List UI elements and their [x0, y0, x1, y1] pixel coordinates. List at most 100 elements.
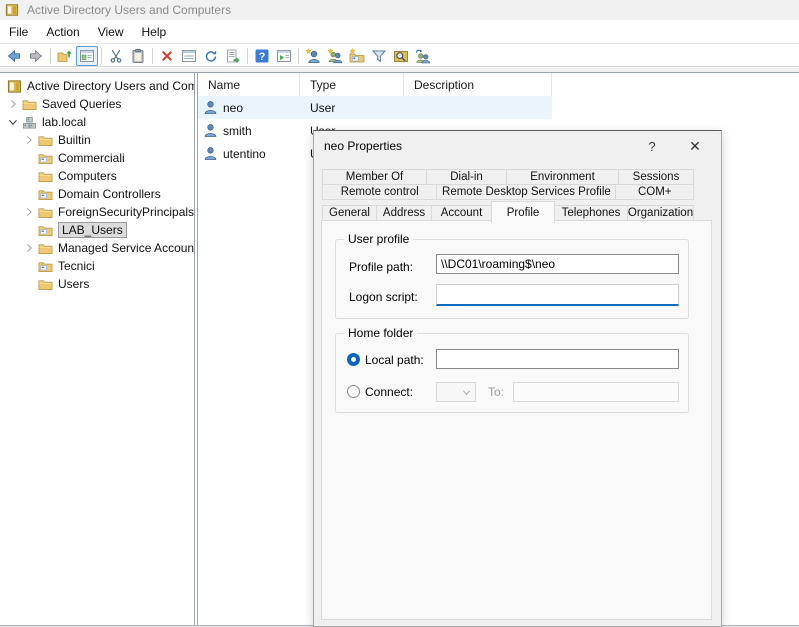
expander-spacer — [21, 222, 37, 238]
filter-icon — [371, 48, 387, 64]
tree-item-label: Tecnici — [58, 259, 95, 273]
create-new-group-button[interactable] — [324, 46, 346, 66]
tree-item-saved-queries[interactable]: Saved Queries — [0, 95, 194, 113]
tree-item-tecnici[interactable]: Tecnici — [0, 257, 194, 275]
filter-button[interactable] — [368, 46, 390, 66]
delete-button[interactable] — [156, 46, 178, 66]
connect-radio[interactable] — [347, 385, 360, 398]
list-header: Name Type Description — [198, 73, 799, 96]
tree-item-builtin[interactable]: Builtin — [0, 131, 194, 149]
menu-view[interactable]: View — [89, 20, 133, 43]
column-header-description[interactable]: Description — [404, 73, 552, 96]
new-window-from-here-button[interactable] — [273, 46, 295, 66]
tab-com-plus[interactable]: COM+ — [615, 184, 694, 200]
menu-file[interactable]: File — [0, 20, 37, 43]
chevron-right-icon[interactable] — [21, 132, 37, 148]
tab-account[interactable]: Account — [431, 205, 492, 221]
chevron-down-icon[interactable] — [5, 114, 21, 130]
logon-script-input[interactable] — [436, 284, 679, 306]
properties-button[interactable] — [178, 46, 200, 66]
window-title: Active Directory Users and Computers — [27, 3, 231, 17]
connect-label[interactable]: Connect: — [365, 385, 413, 399]
profile-path-label: Profile path: — [349, 260, 413, 274]
export-list-button[interactable] — [222, 46, 244, 66]
toolbar-separator — [101, 48, 102, 64]
column-header-name[interactable]: Name — [198, 73, 300, 96]
list-row-neo[interactable]: neo User — [198, 96, 552, 119]
paste-button[interactable] — [127, 46, 149, 66]
tree-item-foreign-security-principals[interactable]: ForeignSecurityPrincipals — [0, 203, 194, 221]
dialog-titlebar[interactable]: neo Properties ? ✕ — [314, 131, 721, 161]
find-button[interactable] — [390, 46, 412, 66]
refresh-icon — [203, 48, 219, 64]
profile-tab-panel: User profile Profile path: Logon script:… — [321, 220, 712, 620]
chevron-right-icon[interactable] — [21, 240, 37, 256]
tree-item-root[interactable]: Active Directory Users and Com — [0, 77, 194, 95]
local-path-input[interactable] — [436, 349, 679, 369]
forward-button[interactable] — [25, 46, 47, 66]
tab-general[interactable]: General — [322, 205, 377, 221]
tab-sessions[interactable]: Sessions — [618, 169, 694, 185]
user-icon — [203, 100, 218, 115]
chevron-right-icon[interactable] — [21, 204, 37, 220]
folder-icon — [37, 204, 53, 220]
up-one-level-button[interactable] — [54, 46, 76, 66]
chevron-down-icon — [462, 388, 471, 397]
new-ou-icon — [349, 48, 365, 64]
titlebar: Active Directory Users and Computers — [0, 0, 799, 20]
tab-remote-control[interactable]: Remote control — [322, 184, 437, 200]
tab-strip: Member Of Dial-in Environment Sessions R… — [322, 169, 694, 221]
tree-item-commerciali[interactable]: Commerciali — [0, 149, 194, 167]
tab-address[interactable]: Address — [376, 205, 432, 221]
folder-icon — [37, 132, 53, 148]
cut-button[interactable] — [105, 46, 127, 66]
refresh-button[interactable] — [200, 46, 222, 66]
local-path-label[interactable]: Local path: — [365, 353, 424, 367]
show-hide-console-tree-button[interactable] — [76, 46, 98, 66]
tab-dial-in[interactable]: Dial-in — [426, 169, 507, 185]
tree-item-lab-users[interactable]: LAB_Users — [0, 221, 194, 239]
create-new-user-button[interactable] — [302, 46, 324, 66]
menu-action[interactable]: Action — [37, 20, 88, 43]
user-profile-groupbox: User profile Profile path: Logon script: — [335, 239, 689, 319]
toolbar-separator — [247, 48, 248, 64]
menu-help[interactable]: Help — [133, 20, 176, 43]
close-icon[interactable]: ✕ — [680, 131, 710, 161]
profile-path-input[interactable] — [436, 254, 679, 274]
tab-member-of[interactable]: Member Of — [322, 169, 427, 185]
delete-icon — [159, 48, 175, 64]
ou-folder-icon — [37, 150, 53, 166]
folder-icon — [37, 276, 53, 292]
tab-profile[interactable]: Profile — [491, 201, 555, 223]
tree-item-users[interactable]: Users — [0, 275, 194, 293]
tab-remote-desktop-services-profile[interactable]: Remote Desktop Services Profile — [436, 184, 616, 200]
column-header-type[interactable]: Type — [300, 73, 404, 96]
tab-telephones[interactable]: Telephones — [554, 205, 628, 221]
tree-item-label: Managed Service Accounts — [58, 241, 195, 255]
toolbar: ? — [0, 45, 799, 67]
tree-item-lab-local[interactable]: lab.local — [0, 113, 194, 131]
tree-item-label: Commerciali — [58, 151, 125, 165]
help-button[interactable]: ? — [251, 46, 273, 66]
console-tree-pane: Active Directory Users and Com Saved Que… — [0, 73, 195, 625]
tree-item-managed-service-accounts[interactable]: Managed Service Accounts — [0, 239, 194, 257]
tree-item-label: Builtin — [58, 133, 91, 147]
drive-letter-dropdown[interactable] — [436, 382, 476, 402]
local-path-radio[interactable] — [347, 353, 360, 366]
tab-organization[interactable]: Organization — [627, 205, 694, 221]
chevron-right-icon[interactable] — [5, 96, 21, 112]
back-button[interactable] — [3, 46, 25, 66]
console-tree-icon — [79, 48, 95, 64]
tree-item-label: Active Directory Users and Com — [27, 79, 195, 93]
tree-item-computers[interactable]: Computers — [0, 167, 194, 185]
dialog-help-button[interactable]: ? — [637, 131, 667, 161]
tree-item-domain-controllers[interactable]: Domain Controllers — [0, 185, 194, 203]
create-new-ou-button[interactable] — [346, 46, 368, 66]
up-one-level-icon — [57, 48, 73, 64]
cell-type: User — [300, 101, 404, 115]
domain-icon — [21, 114, 37, 130]
toolbar-separator — [50, 48, 51, 64]
tab-environment[interactable]: Environment — [506, 169, 619, 185]
delegation-button[interactable] — [412, 46, 434, 66]
connect-path-input[interactable] — [513, 382, 679, 402]
